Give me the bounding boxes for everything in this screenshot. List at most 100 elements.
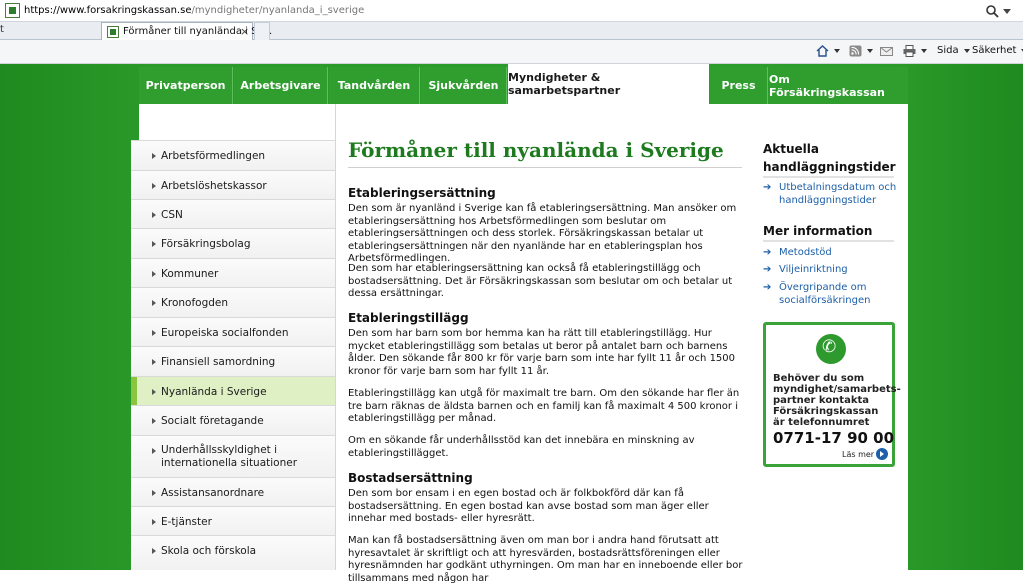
nav-tab-label: Tandvården — [337, 79, 411, 92]
address-bar[interactable]: https://www.forsakringskassan.se/myndigh… — [0, 0, 1023, 22]
sidebar-item-skola-och-forskola[interactable]: Skola och förskola — [131, 535, 335, 570]
new-tab-button[interactable] — [254, 22, 270, 40]
paragraph: Om en sökande får underhållsstöd kan det… — [348, 435, 695, 459]
link-label: Övergripande om socialförsäkringen — [779, 282, 871, 306]
nav-tab-press[interactable]: Press — [710, 67, 768, 104]
feeds-button[interactable] — [849, 45, 873, 57]
sidebar-item-arbetsloshetskassor[interactable]: Arbetslöshetskassor — [131, 170, 335, 199]
sidebar-item-label: Arbetsförmedlingen — [161, 150, 266, 162]
sidebar-item-label: Arbetslöshetskassor — [161, 180, 267, 192]
arrow-right-icon: ➔ — [763, 182, 772, 193]
title-divider — [348, 167, 742, 168]
mer-information-heading: Mer information — [763, 224, 873, 238]
arrow-right-icon — [152, 448, 156, 454]
sidebar-item-csn[interactable]: CSN — [131, 199, 335, 228]
arrow-right-icon — [152, 418, 156, 424]
sidebar-item-label: Assistansanordnare — [161, 487, 265, 499]
safety-menu-label: Säkerhet — [972, 45, 1017, 56]
sidebar-divider — [335, 104, 336, 570]
sidebar-item-label: Försäkringsbolag — [161, 238, 251, 250]
page-menu[interactable]: Sida — [937, 45, 970, 56]
rss-icon — [849, 45, 862, 57]
sidebar-item-europeiska-socialfonden[interactable]: Europeiska socialfonden — [131, 317, 335, 346]
phone-icon — [816, 334, 846, 364]
arrow-right-icon — [152, 183, 156, 189]
link-overgripande[interactable]: ➔ Övergripande om socialförsäkringen — [763, 282, 898, 307]
paragraph: Den som är nyanländ i Sverige kan få eta… — [348, 203, 737, 264]
tab-favicon-icon — [107, 26, 119, 38]
arrow-circle-icon[interactable] — [876, 448, 888, 460]
read-mail-button[interactable] — [880, 45, 893, 57]
site-favicon-icon — [5, 3, 20, 18]
print-button[interactable] — [903, 45, 927, 57]
link-viljeinriktning[interactable]: ➔ Viljeinriktning — [763, 264, 898, 277]
sidebar-item-underhallsskyldighet[interactable]: Underhållsskyldighet i internationella s… — [131, 435, 335, 477]
aktuella-divider — [763, 176, 894, 178]
url-text[interactable]: https://www.forsakringskassan.se/myndigh… — [24, 5, 364, 16]
link-utbetalningsdatum[interactable]: ➔ Utbetalningsdatum och handläggningstide… — [763, 182, 898, 207]
arrow-right-icon — [152, 241, 156, 247]
sidebar-item-label: Europeiska socialfonden — [161, 327, 289, 339]
nav-tab-label: Om Försäkringskassan — [769, 72, 885, 99]
sidebar-item-kronofogden[interactable]: Kronofogden — [131, 287, 335, 317]
arrow-right-icon — [152, 548, 156, 554]
link-metodstod[interactable]: ➔ Metodstöd — [763, 247, 898, 260]
command-bar: Sida Säkerhet — [0, 40, 1023, 64]
sidebar-item-assistansanordnare[interactable]: Assistansanordnare — [131, 477, 335, 506]
nav-tab-sjukvarden[interactable]: Sjukvården — [421, 67, 507, 104]
tab-close-icon[interactable]: × — [240, 25, 249, 38]
read-more-link[interactable]: Läs mer — [842, 450, 874, 459]
arrow-right-icon — [152, 519, 156, 525]
nav-tab-label: Myndigheter & samarbetspartner — [508, 71, 621, 97]
nav-tab-label: Press — [721, 79, 756, 92]
section-heading-bostadsersattning: Bostadsersättning — [348, 471, 473, 485]
sidebar-item-arbetsformedlingen[interactable]: Arbetsförmedlingen — [131, 140, 335, 170]
home-icon — [816, 45, 829, 57]
sidebar-item-forsakringsbolag[interactable]: Försäkringsbolag — [131, 228, 335, 258]
page-menu-label: Sida — [937, 45, 959, 56]
arrow-right-icon — [152, 300, 156, 306]
nav-tab-arbetsgivare[interactable]: Arbetsgivare — [234, 67, 328, 104]
sidebar-item-label: Underhållsskyldighet i internationella s… — [161, 444, 298, 469]
active-tab[interactable]: Förmåner till nyanlända i Sv... × — [101, 22, 272, 40]
section-heading-etableringsersattning: Etableringsersättning — [348, 186, 496, 200]
sidebar-item-nyanlanda[interactable]: Nyanlända i Sverige — [131, 376, 335, 405]
search-dropdown-icon[interactable] — [1003, 9, 1011, 14]
sidebar-item-socialt-foretagande[interactable]: Socialt företagande — [131, 405, 335, 435]
link-label: Viljeinriktning — [779, 264, 848, 275]
previous-tab[interactable]: t — [0, 24, 4, 35]
sidebar-item-label: Nyanlända i Sverige — [161, 386, 267, 398]
sidebar-item-kommuner[interactable]: Kommuner — [131, 258, 335, 287]
nav-tab-label: Arbetsgivare — [240, 79, 321, 92]
contact-promo-box[interactable]: Behöver du som myndighet/samarbets-partn… — [763, 322, 901, 467]
nav-tab-om-forsakringskassan[interactable]: Om Försäkringskassan — [769, 67, 908, 104]
paragraph: Den som har barn som bor hemma kan ha rä… — [348, 328, 736, 377]
arrow-right-icon — [152, 153, 156, 159]
printer-icon — [903, 45, 916, 57]
page-title: Förmåner till nyanlända i Sverige — [348, 138, 724, 162]
nav-tab-label: Sjukvården — [428, 79, 499, 92]
arrow-right-icon — [152, 271, 156, 277]
arrow-right-icon: ➔ — [763, 264, 772, 275]
safety-menu[interactable]: Säkerhet — [972, 45, 1023, 56]
sidebar-item-label: Socialt företagande — [161, 415, 264, 427]
promo-text: Behöver du som myndighet/samarbets-partn… — [773, 373, 901, 428]
promo-phone-number: 0771-17 90 00 — [773, 429, 895, 447]
sidebar-item-finansiell-samordning[interactable]: Finansiell samordning — [131, 346, 335, 376]
sidebar-item-label: Kronofogden — [161, 297, 229, 309]
sidebar-item-label: Skola och förskola — [161, 545, 257, 557]
nav-tab-myndigheter[interactable]: Myndigheter & samarbetspartner — [508, 64, 709, 104]
aktuella-heading: Aktuella handläggningstider — [763, 142, 896, 174]
sidebar-item-label: Finansiell samordning — [161, 356, 276, 368]
home-button[interactable] — [816, 45, 840, 57]
tab-title: Förmåner till nyanlända i Sv... — [123, 26, 273, 37]
arrow-right-icon — [152, 389, 156, 395]
search-icon[interactable] — [985, 4, 999, 18]
section-heading-etableringstillagg: Etableringstillägg — [348, 311, 469, 325]
arrow-right-icon — [152, 490, 156, 496]
mail-icon — [880, 47, 893, 56]
sidebar-item-e-tjanster[interactable]: E-tjänster — [131, 506, 335, 535]
nav-tab-privatperson[interactable]: Privatperson — [139, 67, 233, 104]
link-label: Metodstöd — [779, 247, 832, 258]
nav-tab-tandvarden[interactable]: Tandvården — [329, 67, 420, 104]
